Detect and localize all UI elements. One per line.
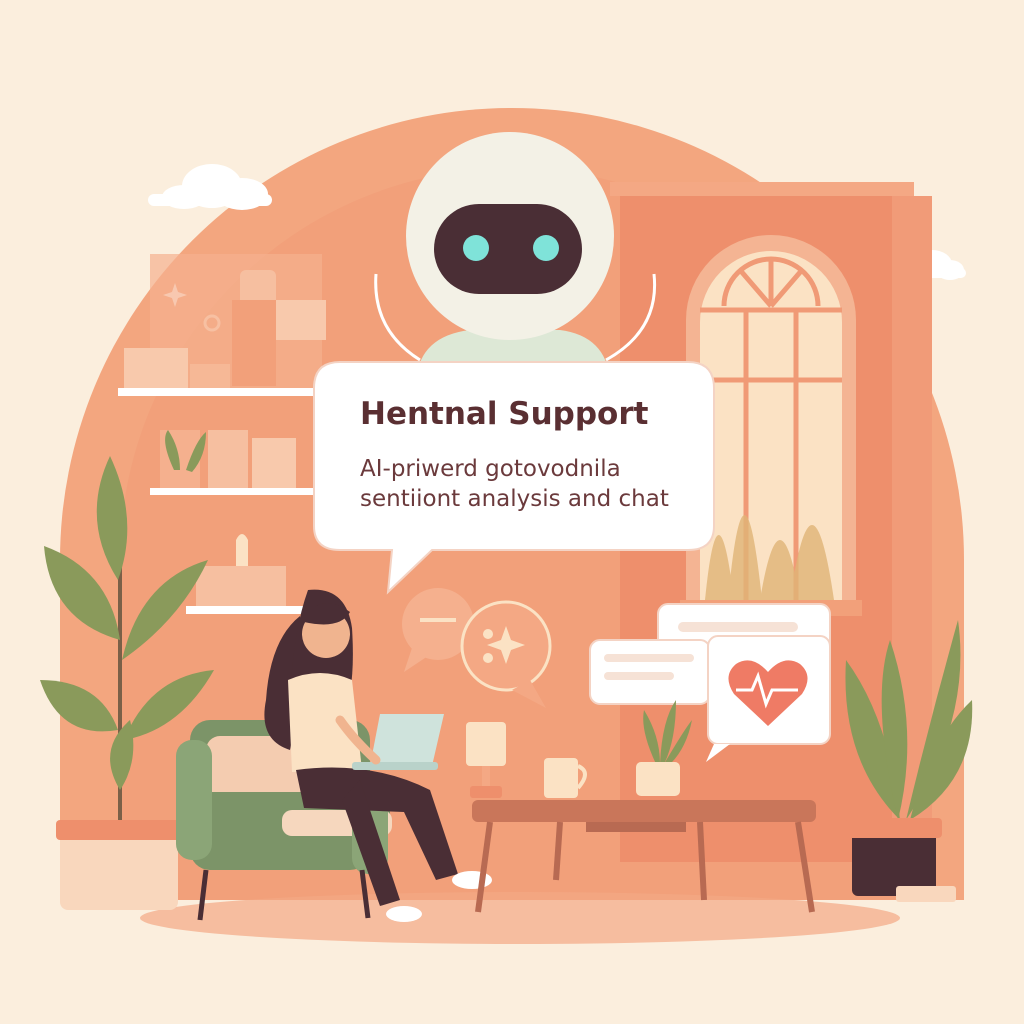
table-lamp [466, 722, 506, 798]
robot-eye [463, 235, 489, 261]
rug [140, 892, 900, 944]
bubble-title: Hentnal Support [360, 396, 649, 432]
robot-visor [434, 204, 582, 294]
robot-eye [533, 235, 559, 261]
laptop [370, 714, 444, 766]
message-card [589, 639, 711, 705]
cloud-icon [148, 164, 272, 210]
heart-card [706, 635, 831, 762]
bubble-line-2: sentiiont analysis and chat [360, 486, 669, 512]
building-ledge [610, 182, 914, 196]
illustration: Hentnal Support AI-priwerd gotovodnila s… [40, 108, 973, 944]
bubble-line-1: AI-priwerd gotovodnila [360, 456, 621, 482]
